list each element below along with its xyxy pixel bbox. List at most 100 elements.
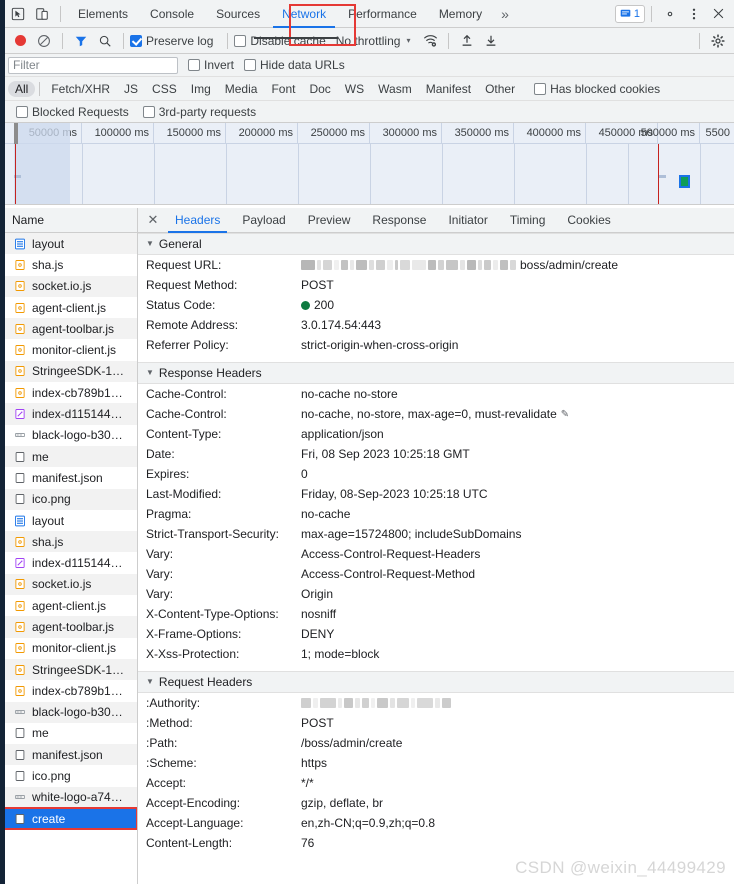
header-row[interactable]: Accept-Encoding: gzip, deflate, br — [138, 793, 734, 813]
header-row[interactable]: Cache-Control: no-cache, no-store, max-ag… — [138, 404, 734, 424]
network-conditions-icon[interactable] — [418, 29, 442, 53]
request-row[interactable]: index-cb789b1… — [0, 680, 137, 701]
request-row[interactable]: white-logo-a74… — [0, 786, 137, 809]
tab-memory[interactable]: Memory — [428, 0, 493, 28]
tab-sources[interactable]: Sources — [205, 0, 271, 28]
request-row[interactable]: monitor-client.js — [0, 638, 137, 659]
tab-console[interactable]: Console — [139, 0, 205, 28]
detail-tab-response[interactable]: Response — [361, 208, 437, 233]
type-filter-font[interactable]: Font — [264, 81, 302, 97]
inspect-element-icon[interactable] — [6, 2, 30, 26]
request-row[interactable]: index-cb789b1… — [0, 382, 137, 403]
type-filter-js[interactable]: JS — [117, 81, 145, 97]
throttling-dropdown[interactable]: No throttling ▾ — [336, 34, 411, 48]
tab-network[interactable]: Network — [271, 0, 337, 28]
overview-selection-handle[interactable] — [14, 123, 18, 144]
blocked-requests-checkbox[interactable]: Blocked Requests — [16, 105, 129, 119]
type-filter-all[interactable]: All — [8, 80, 36, 97]
header-row[interactable]: X-Frame-Options: DENY — [138, 624, 734, 644]
request-row-selected[interactable]: create — [0, 807, 137, 831]
record-button[interactable] — [8, 29, 32, 53]
type-filter-ws[interactable]: WS — [338, 81, 371, 97]
close-details-icon[interactable]: ✕ — [142, 212, 164, 228]
type-filter-other[interactable]: Other — [478, 81, 522, 97]
request-row[interactable]: sha.js — [0, 531, 137, 553]
filter-toggle-icon[interactable] — [69, 29, 93, 53]
type-filter-manifest[interactable]: Manifest — [419, 81, 478, 97]
request-row[interactable]: index-d115144… — [0, 552, 137, 573]
request-row[interactable]: monitor-client.js — [0, 339, 137, 360]
header-row[interactable]: Vary: Origin — [138, 584, 734, 604]
network-settings-gear-icon[interactable] — [706, 29, 730, 53]
detail-tab-headers[interactable]: Headers — [164, 208, 231, 233]
type-filter-fetch-xhr[interactable]: Fetch/XHR — [44, 81, 117, 97]
section-header-response-headers[interactable]: ▼ Response Headers — [138, 362, 734, 384]
section-header-request-headers[interactable]: ▼ Request Headers — [138, 671, 734, 693]
request-row[interactable]: StringeeSDK-1… — [0, 658, 137, 681]
request-row[interactable]: agent-toolbar.js — [0, 616, 137, 638]
console-message-count[interactable]: 1 — [614, 4, 645, 23]
details-scrollbar[interactable] — [727, 233, 734, 884]
header-row[interactable]: :Scheme: https — [138, 753, 734, 773]
type-filter-img[interactable]: Img — [184, 81, 218, 97]
request-row[interactable]: layout — [0, 233, 137, 255]
third-party-requests-checkbox[interactable]: 3rd-party requests — [142, 105, 256, 119]
gear-icon[interactable] — [658, 2, 682, 26]
request-row[interactable]: index-d115144… — [0, 403, 137, 425]
network-overview-timeline[interactable]: 50000 ms 100000 ms 150000 ms 200000 ms 2… — [0, 123, 734, 205]
header-row[interactable]: Referrer Policy: strict-origin-when-cross… — [138, 335, 734, 355]
search-icon[interactable] — [93, 29, 117, 53]
header-row[interactable]: X-Content-Type-Options: nosniff — [138, 604, 734, 624]
request-row[interactable]: agent-client.js — [0, 595, 137, 616]
type-filter-media[interactable]: Media — [218, 81, 265, 97]
request-row[interactable]: black-logo-b30… — [0, 425, 137, 446]
header-row[interactable]: Content-Type: application/json — [138, 424, 734, 444]
header-row[interactable]: Last-Modified: Friday, 08-Sep-2023 10:25:… — [138, 484, 734, 504]
has-blocked-cookies-checkbox[interactable]: Has blocked cookies — [534, 82, 660, 96]
request-row[interactable]: sha.js — [0, 254, 137, 275]
header-row[interactable]: :Method: POST — [138, 713, 734, 733]
request-row[interactable]: StringeeSDK-1… — [0, 360, 137, 383]
request-row[interactable]: manifest.json — [0, 467, 137, 488]
detail-tab-timing[interactable]: Timing — [499, 208, 557, 233]
request-row[interactable]: me — [0, 723, 137, 744]
header-row[interactable]: Request Method: POST — [138, 275, 734, 295]
request-row[interactable]: agent-client.js — [0, 297, 137, 318]
detail-tab-preview[interactable]: Preview — [297, 208, 362, 233]
detail-tab-cookies[interactable]: Cookies — [556, 208, 621, 233]
header-row[interactable]: Accept: */* — [138, 773, 734, 793]
type-filter-css[interactable]: CSS — [145, 81, 184, 97]
type-filter-wasm[interactable]: Wasm — [371, 81, 419, 97]
header-row[interactable]: Pragma: no-cache — [138, 504, 734, 524]
overview-selection-window[interactable] — [14, 123, 70, 204]
type-filter-doc[interactable]: Doc — [302, 81, 337, 97]
header-row[interactable]: Remote Address: 3.0.174.54:443 — [138, 315, 734, 335]
detail-tab-payload[interactable]: Payload — [231, 208, 296, 233]
tab-elements[interactable]: Elements — [67, 0, 139, 28]
more-tabs-button[interactable]: » — [493, 0, 517, 28]
import-har-icon[interactable] — [455, 29, 479, 53]
requests-column-header-name[interactable]: Name — [0, 208, 137, 233]
header-row[interactable]: Accept-Language: en,zh-CN;q=0.9,zh;q=0.8 — [138, 813, 734, 833]
header-row[interactable]: Request URL: boss/admin/create — [138, 255, 734, 275]
request-row[interactable]: agent-toolbar.js — [0, 318, 137, 340]
invert-checkbox[interactable]: Invert — [188, 58, 234, 72]
section-header-general[interactable]: ▼ General — [138, 233, 734, 255]
request-row[interactable]: black-logo-b30… — [0, 701, 137, 723]
request-row[interactable]: socket.io.js — [0, 275, 137, 297]
preserve-log-checkbox[interactable]: Preserve log — [130, 34, 213, 48]
filter-input[interactable] — [8, 56, 178, 74]
header-row[interactable]: Cache-Control: no-cache no-store — [138, 384, 734, 404]
request-row[interactable]: me — [0, 445, 137, 468]
tab-performance[interactable]: Performance — [337, 0, 428, 28]
request-row[interactable]: ico.png — [0, 488, 137, 510]
header-row[interactable]: Status Code: 200 — [138, 295, 734, 315]
header-row[interactable]: Strict-Transport-Security: max-age=157248… — [138, 524, 734, 544]
hide-data-urls-checkbox[interactable]: Hide data URLs — [244, 58, 345, 72]
request-row[interactable]: socket.io.js — [0, 573, 137, 596]
detail-tab-initiator[interactable]: Initiator — [437, 208, 498, 233]
header-row[interactable]: X-Xss-Protection: 1; mode=block — [138, 644, 734, 664]
header-row[interactable]: :Path: /boss/admin/create — [138, 733, 734, 753]
header-row[interactable]: Date: Fri, 08 Sep 2023 10:25:18 GMT — [138, 444, 734, 464]
header-row[interactable]: Vary: Access-Control-Request-Headers — [138, 544, 734, 564]
